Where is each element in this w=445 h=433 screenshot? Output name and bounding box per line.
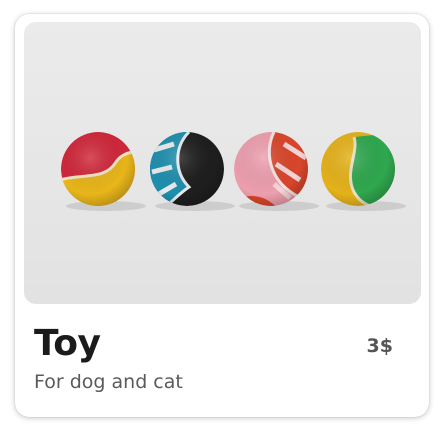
product-title: Toy [34,323,101,364]
product-description: For dog and cat [34,371,183,393]
product-price: 3$ [366,335,393,357]
product-card[interactable]: Toy 3$ For dog and cat [15,14,429,417]
yellow-green-ball [321,132,395,206]
product-image [24,22,421,304]
